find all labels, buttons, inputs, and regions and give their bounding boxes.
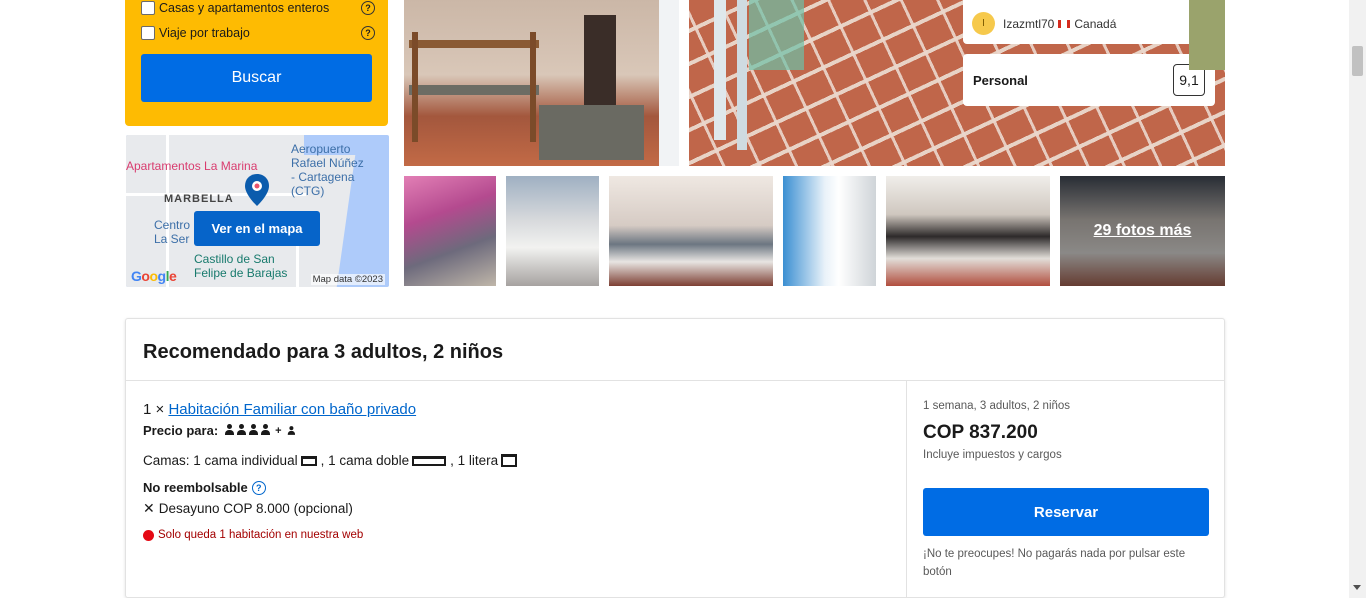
adult-icon (224, 424, 235, 435)
photo-thumbnail[interactable] (783, 176, 876, 286)
map-preview[interactable]: Apartamentos La Marina Aeropuerto Rafael… (126, 135, 389, 287)
cutlery-icon: ✕ (143, 500, 155, 516)
adult-icon (248, 424, 259, 435)
filter-entire-homes[interactable]: Casas y apartamentos enteros ? (141, 0, 375, 18)
alert-dot-icon (143, 529, 154, 541)
beds-text: , 1 cama doble (320, 453, 410, 468)
breakfast-label: Desayuno COP 8.000 (opcional) (158, 501, 353, 516)
double-bed-icon (412, 455, 447, 466)
stay-summary: 1 semana, 3 adultos, 2 niños (923, 400, 1071, 412)
divider (906, 380, 907, 598)
room-line: 1 × Habitación Familiar con baño privado (143, 401, 416, 418)
adult-icons (222, 423, 271, 438)
photo-thumbnail[interactable] (506, 176, 599, 286)
plus-sign: + (275, 424, 282, 437)
cancellation-label: No reembolsable (143, 480, 248, 495)
scrollbar[interactable] (1349, 0, 1366, 598)
single-bed-icon (300, 455, 317, 466)
map-label-airport: Aeropuerto (291, 142, 351, 156)
occupancy: Precio para: + (143, 423, 296, 438)
view-map-button[interactable]: Ver en el mapa (194, 211, 320, 246)
map-road (166, 135, 169, 287)
photo-bunk-room[interactable] (404, 0, 679, 166)
photo-thumbnail-more[interactable]: 29 fotos más (1060, 176, 1225, 286)
scroll-down-icon[interactable] (1353, 585, 1361, 590)
map-label-castillo: Castillo de San (194, 252, 275, 266)
divider (126, 380, 1224, 381)
photo-thumbnail[interactable] (609, 176, 773, 286)
scarcity-label: Solo queda 1 habitación en nuestra web (158, 529, 364, 541)
checkbox[interactable] (141, 26, 155, 40)
checkbox[interactable] (141, 1, 155, 15)
total-price: COP 837.200 (923, 422, 1038, 443)
photo-content (409, 0, 679, 166)
map-label-castillo: Felipe de Barajas (194, 266, 288, 280)
question-icon[interactable]: ? (251, 480, 266, 495)
bed-config: Camas: 1 cama individual , 1 cama doble … (143, 453, 521, 468)
scarcity-message: Solo queda 1 habitación en nuestra web (143, 529, 363, 541)
map-label-airport: - Cartagena (291, 170, 355, 184)
map-label-airport: Rafael Núñez (291, 156, 364, 170)
map-label-airport: (CTG) (291, 184, 325, 198)
cancellation-policy: No reembolsable ? (143, 480, 266, 495)
scroll-thumb[interactable] (1352, 46, 1363, 76)
photo-terrace[interactable] (689, 0, 1225, 166)
map-label-marbella: MARBELLA (164, 193, 234, 205)
google-logo: Google (131, 268, 177, 284)
beds-text: , 1 litera (450, 453, 499, 468)
child-icon (287, 426, 295, 435)
more-photos-link[interactable]: 29 fotos más (1060, 176, 1225, 286)
room-name-link[interactable]: Habitación Familiar con baño privado (168, 401, 416, 418)
photo-content (714, 0, 1225, 150)
search-button[interactable]: Buscar (141, 54, 372, 102)
price-for-label: Precio para: (143, 423, 219, 438)
taxes-note: Incluye impuestos y cargos (923, 449, 1062, 461)
beds-text: Camas: 1 cama individual (143, 453, 298, 468)
recommendation-block: Recomendado para 3 adultos, 2 niños 1 × … (125, 318, 1225, 598)
help-icon[interactable]: ? (361, 1, 375, 15)
map-label-centro: La Ser (154, 232, 190, 246)
reserve-button[interactable]: Reservar (923, 488, 1209, 536)
filter-label: Viaje por trabajo (159, 26, 250, 40)
filter-label: Casas y apartamentos enteros (159, 1, 330, 15)
adult-icon (260, 424, 271, 435)
reassurance-note: ¡No te preocupes! No pagarás nada por pu… (923, 548, 1186, 578)
bunk-bed-icon (501, 454, 518, 467)
adult-icon (236, 424, 247, 435)
filter-business-trip[interactable]: Viaje por trabajo ? (141, 23, 375, 43)
recommendation-title: Recomendado para 3 adultos, 2 niños (143, 341, 504, 363)
help-icon[interactable]: ? (361, 26, 375, 40)
map-attribution: Map data ©2023 (310, 274, 385, 285)
map-label-centro: Centro (154, 218, 191, 232)
search-panel: Casas y apartamentos enteros ? Viaje por… (125, 0, 388, 126)
map-label-apartamentos: Apartamentos La Marina (126, 159, 258, 173)
breakfast-option: ✕ Desayuno COP 8.000 (opcional) (143, 500, 353, 517)
map-pin-icon (245, 174, 269, 206)
photo-thumbnail[interactable] (404, 176, 496, 286)
photo-thumbnail[interactable] (886, 176, 1050, 286)
room-quantity: 1 × (143, 401, 165, 418)
